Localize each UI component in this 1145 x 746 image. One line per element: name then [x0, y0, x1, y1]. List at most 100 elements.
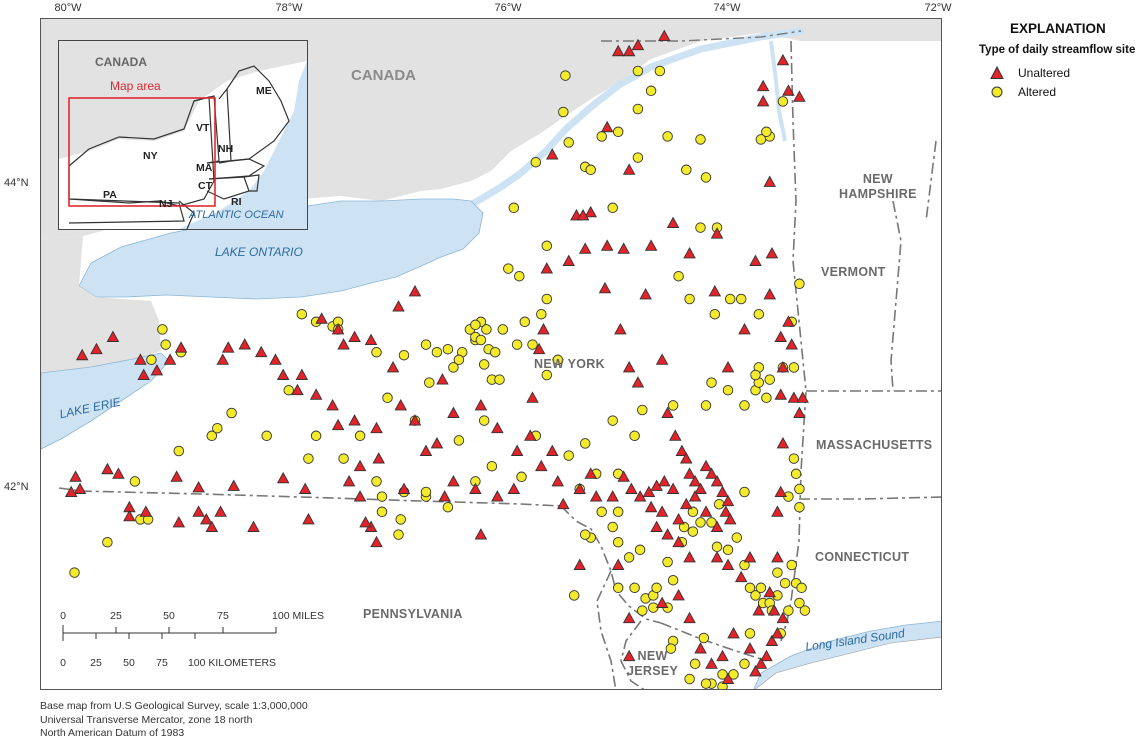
altered-site-marker — [698, 632, 710, 644]
unaltered-site-marker — [672, 588, 685, 601]
altered-site-marker — [612, 506, 624, 518]
altered-site-marker — [376, 506, 388, 518]
new-hampshire-label-line2: HAMPSHIRE — [839, 187, 917, 201]
unaltered-site-marker — [749, 254, 762, 266]
unaltered-site-marker — [353, 490, 367, 502]
unaltered-site-marker — [331, 418, 345, 431]
altered-site-marker — [296, 308, 308, 320]
unaltered-site-marker — [510, 444, 524, 456]
altered-site-marker — [494, 374, 505, 385]
altered-site-marker — [585, 164, 596, 176]
altered-site-marker — [750, 369, 761, 381]
longitude-label: 80°W — [54, 2, 82, 14]
unaltered-site-marker — [342, 474, 356, 487]
unaltered-site-marker — [438, 490, 451, 502]
unaltered-site-marker — [721, 360, 735, 373]
unaltered-site-marker — [738, 322, 751, 335]
altered-site-marker — [541, 240, 553, 252]
altered-site-marker — [536, 308, 547, 320]
altered-site-marker — [681, 164, 692, 176]
altered-site-marker — [596, 131, 607, 142]
unaltered-site-marker — [658, 474, 671, 487]
altered-site-marker — [667, 400, 679, 411]
new-york-label: NEW YORK — [534, 357, 605, 371]
altered-site-marker — [764, 374, 775, 385]
unaltered-site-marker — [743, 550, 757, 563]
unaltered-site-marker — [436, 373, 449, 385]
inset-canada-label: CANADA — [95, 55, 147, 69]
unaltered-site-marker — [174, 341, 188, 353]
altered-site-marker — [645, 85, 657, 97]
altered-site-marker — [612, 126, 624, 138]
unaltered-site-marker — [644, 239, 658, 251]
inset-nh-label: NH — [218, 143, 234, 155]
altered-site-marker — [755, 134, 767, 145]
altered-site-marker — [424, 377, 435, 388]
unaltered-site-marker — [666, 216, 680, 228]
unaltered-site-marker — [309, 388, 323, 400]
altered-site-marker — [431, 346, 443, 358]
unaltered-site-marker — [101, 462, 114, 475]
altered-site-marker — [689, 658, 701, 670]
unaltered-site-marker — [771, 505, 784, 517]
unaltered-site-marker — [535, 459, 548, 472]
unaltered-site-marker — [617, 242, 630, 254]
altered-site-marker — [794, 597, 805, 609]
altered-site-marker — [695, 134, 706, 145]
unaltered-site-marker — [611, 558, 625, 570]
altered-site-marker — [786, 559, 797, 571]
unaltered-site-marker — [447, 474, 460, 487]
altered-site-marker — [530, 156, 542, 168]
unaltered-site-marker — [69, 470, 82, 482]
altered-site-marker — [612, 582, 624, 594]
altered-site-marker — [662, 556, 673, 568]
unaltered-site-marker — [546, 444, 559, 456]
altered-site-marker — [453, 435, 465, 446]
altered-site-marker — [779, 577, 791, 589]
unaltered-site-marker — [600, 239, 614, 251]
longitude-label: 78°W — [275, 2, 303, 14]
unaltered-site-marker — [760, 649, 773, 662]
new-hampshire-label-line1: NEW — [862, 172, 893, 186]
altered-site-marker — [563, 137, 574, 148]
altered-site-marker — [511, 339, 523, 350]
altered-site-marker — [632, 65, 644, 77]
altered-site-marker — [735, 293, 747, 305]
unaltered-site-marker — [392, 300, 405, 312]
unaltered-site-marker — [727, 626, 740, 639]
unaltered-site-marker — [469, 482, 482, 494]
altered-site-marker — [790, 468, 802, 480]
map-credits: Base map from U.S Geological Survey, sca… — [40, 700, 308, 741]
altered-circle-icon — [991, 86, 1003, 98]
altered-site-marker — [695, 222, 706, 233]
altered-site-marker — [371, 346, 382, 358]
altered-site-marker — [722, 384, 734, 396]
unaltered-site-marker — [359, 516, 372, 528]
unaltered-site-marker — [710, 550, 724, 563]
altered-site-marker — [579, 438, 591, 449]
altered-site-marker — [146, 354, 157, 366]
altered-site-marker — [794, 483, 805, 495]
altered-site-marker — [303, 453, 314, 464]
unaltered-site-marker — [683, 246, 696, 259]
altered-site-marker — [739, 486, 750, 498]
unaltered-site-marker — [276, 368, 290, 380]
new-jersey-label-line1: NEW — [637, 649, 668, 663]
altered-site-marker — [667, 574, 679, 586]
altered-site-marker — [634, 544, 646, 556]
inset-ocean-label: ATLANTIC OCEAN — [189, 209, 284, 221]
lake-ontario-label: LAKE ONTARIO — [215, 245, 303, 259]
unaltered-site-marker — [631, 376, 645, 388]
inset-map-area-label: Map area — [110, 79, 161, 93]
inset-vt-label: VT — [196, 122, 210, 134]
unaltered-site-marker — [491, 490, 504, 502]
inset-ct-label: CT — [198, 180, 212, 192]
unaltered-site-marker — [578, 242, 592, 254]
unaltered-site-marker — [584, 205, 597, 218]
altered-site-marker — [382, 392, 393, 404]
unaltered-site-marker — [622, 163, 636, 175]
credit-line-1: Base map from U.S Geological Survey, sca… — [40, 700, 308, 712]
altered-site-marker — [607, 202, 618, 214]
unaltered-site-marker — [763, 288, 776, 300]
altered-site-marker — [632, 103, 644, 115]
